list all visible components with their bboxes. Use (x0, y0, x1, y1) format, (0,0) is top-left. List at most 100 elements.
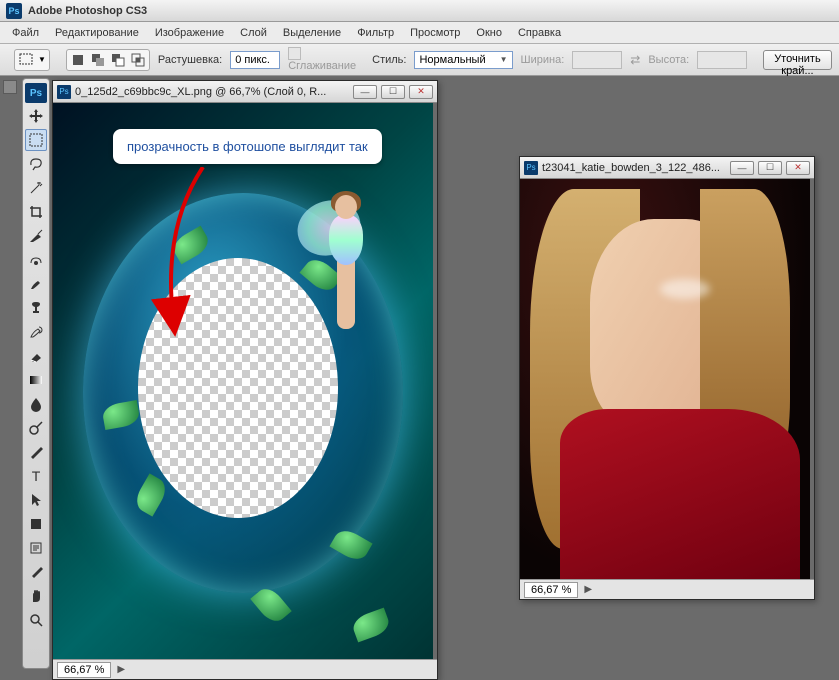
type-icon: T (28, 468, 44, 484)
app-titlebar: Ps Adobe Photoshop CS3 (0, 0, 839, 22)
zoom-tool[interactable] (25, 609, 47, 631)
type-tool[interactable]: T (25, 465, 47, 487)
close-button[interactable]: ✕ (786, 161, 810, 175)
menu-help[interactable]: Справка (518, 27, 561, 39)
lasso-icon (28, 156, 44, 172)
eyedrop-icon (28, 564, 44, 580)
history-brush-tool[interactable] (25, 321, 47, 343)
menu-window[interactable]: Окно (476, 27, 502, 39)
selection-subtract-button[interactable] (110, 52, 126, 68)
slice-icon (28, 228, 44, 244)
document-statusbar: 66,67 % ▶ (520, 579, 814, 599)
svg-text:T: T (32, 468, 41, 484)
marquee-icon (18, 52, 34, 68)
blur-icon (28, 396, 44, 412)
toolbox: Ps T (22, 78, 50, 669)
eyedropper-tool[interactable] (25, 561, 47, 583)
pen-tool[interactable] (25, 441, 47, 463)
width-input (572, 51, 622, 69)
path-selection-tool[interactable] (25, 489, 47, 511)
photoshop-file-icon: Ps (57, 85, 71, 99)
shape-icon (28, 516, 44, 532)
slice-tool[interactable] (25, 225, 47, 247)
menu-view[interactable]: Просмотр (410, 27, 460, 39)
brush-icon (28, 276, 44, 292)
move-tool[interactable] (25, 105, 47, 127)
notes-icon (28, 540, 44, 556)
minimize-button[interactable]: — (353, 85, 377, 99)
clone-stamp-tool[interactable] (25, 297, 47, 319)
zoom-level-input[interactable]: 66,67 % (57, 662, 111, 678)
stamp-icon (28, 300, 44, 316)
document-titlebar[interactable]: Ps 0_125d2_c69bbc9c_XL.png @ 66,7% (Слой… (53, 81, 437, 103)
photoshop-logo-icon: Ps (25, 83, 47, 103)
refine-edge-button[interactable]: Уточнить край... (763, 50, 832, 70)
document-canvas-area[interactable] (520, 179, 814, 579)
height-input (697, 51, 747, 69)
antialias-label: Сглаживание (288, 60, 356, 72)
hand-tool[interactable] (25, 585, 47, 607)
antialias-checkbox (288, 47, 301, 60)
blur-tool[interactable] (25, 393, 47, 415)
menu-select[interactable]: Выделение (283, 27, 341, 39)
healing-brush-tool[interactable] (25, 249, 47, 271)
gradient-tool[interactable] (25, 369, 47, 391)
maximize-button[interactable]: ☐ (381, 85, 405, 99)
height-label: Высота: (648, 54, 689, 66)
lasso-tool[interactable] (25, 153, 47, 175)
document-titlebar[interactable]: Ps t23041_katie_bowden_3_122_486... — ☐ … (520, 157, 814, 179)
heal-icon (28, 252, 44, 268)
brush-tool[interactable] (25, 273, 47, 295)
selection-new-button[interactable] (70, 52, 86, 68)
close-button[interactable]: ✕ (409, 85, 433, 99)
photoshop-file-icon: Ps (524, 161, 538, 175)
document-canvas-area[interactable]: прозрачность в фотошопе выглядит так (53, 103, 437, 659)
canvas-content: прозрачность в фотошопе выглядит так (53, 103, 433, 659)
crop-tool[interactable] (25, 201, 47, 223)
zoom-level-input[interactable]: 66,67 % (524, 582, 578, 598)
photoshop-icon: Ps (6, 3, 22, 19)
link-dimensions-icon: ⇄ (630, 53, 640, 67)
antialias-checkbox-group: Сглаживание (288, 47, 356, 72)
menu-layer[interactable]: Слой (240, 27, 267, 39)
dodge-icon (28, 420, 44, 436)
dodge-tool[interactable] (25, 417, 47, 439)
wand-icon (28, 180, 44, 196)
document-title: 0_125d2_c69bbc9c_XL.png @ 66,7% (Слой 0,… (75, 86, 349, 98)
menu-file[interactable]: Файл (12, 27, 39, 39)
move-icon (28, 108, 44, 124)
dock-toggle-button[interactable] (3, 80, 17, 94)
marquee-tool[interactable] (25, 129, 47, 151)
magic-wand-tool[interactable] (25, 177, 47, 199)
document-title: t23041_katie_bowden_3_122_486... (542, 162, 726, 174)
feather-label: Растушевка: (158, 54, 222, 66)
style-label: Стиль: (372, 54, 406, 66)
menu-filter[interactable]: Фильтр (357, 27, 394, 39)
menu-edit[interactable]: Редактирование (55, 27, 139, 39)
minimize-button[interactable]: — (730, 161, 754, 175)
marquee-icon (28, 132, 44, 148)
selection-add-button[interactable] (90, 52, 106, 68)
maximize-button[interactable]: ☐ (758, 161, 782, 175)
pen-icon (28, 444, 44, 460)
app-title: Adobe Photoshop CS3 (28, 5, 147, 17)
annotation-arrow-icon (143, 167, 243, 337)
zoom-icon (28, 612, 44, 628)
style-select[interactable]: Нормальный ▼ (414, 51, 512, 69)
options-bar: ▼ Растушевка: Сглаживание Стиль: Нормаль… (0, 44, 839, 76)
feather-input[interactable] (230, 51, 280, 69)
selection-intersect-button[interactable] (130, 52, 146, 68)
tool-preset-picker[interactable]: ▼ (14, 49, 50, 71)
menu-image[interactable]: Изображение (155, 27, 224, 39)
shape-tool[interactable] (25, 513, 47, 535)
status-expand-icon[interactable]: ▶ (584, 584, 592, 595)
notes-tool[interactable] (25, 537, 47, 559)
style-value: Нормальный (419, 54, 485, 66)
chevron-down-icon: ▼ (500, 55, 508, 64)
status-expand-icon[interactable]: ▶ (117, 664, 125, 675)
document-window-2: Ps t23041_katie_bowden_3_122_486... — ☐ … (519, 156, 815, 600)
fairy-graphic (313, 193, 383, 353)
eraser-tool[interactable] (25, 345, 47, 367)
document-statusbar: 66,67 % ▶ (53, 659, 437, 679)
histbrush-icon (28, 324, 44, 340)
